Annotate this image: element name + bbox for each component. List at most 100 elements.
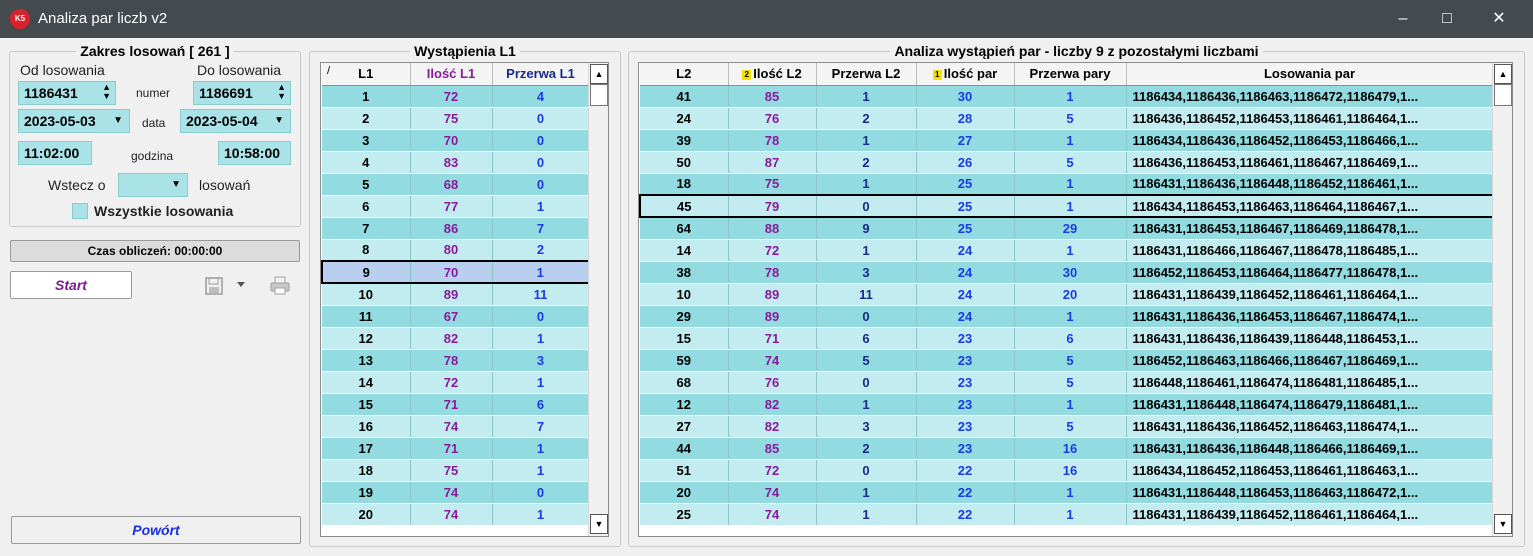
table-cell: 11	[492, 283, 590, 306]
table-row[interactable]: 14 72 1 24 1 1186431,1186466,1186467,1186478,…	[640, 239, 1494, 262]
table-row[interactable]: 6 77 1	[322, 195, 590, 218]
chevron-down-icon[interactable]: ▼	[113, 110, 123, 132]
table-row[interactable]: 12 82 1 23 1 1186431,1186448,1186474,1186479,…	[640, 393, 1494, 416]
table-row[interactable]: 59 74 5 23 5 1186452,1186463,1186466,1186467,…	[640, 349, 1494, 372]
pairs-header-gap-l2[interactable]: Przerwa L2	[816, 63, 917, 86]
table-row[interactable]: 45 79 0 25 1 1186434,1186453,1186463,1186464,…	[639, 194, 1494, 218]
from-number-stepper[interactable]: 1186431 ▲ ▼	[18, 81, 116, 105]
spin-arrows-icon[interactable]: ▲ ▼	[102, 83, 111, 101]
all-draws-checkbox[interactable]	[72, 203, 88, 219]
table-cell: 1186431,1186436,1186448,1186452,1186461,…	[1126, 173, 1494, 196]
table-cell: 1186431,1186466,1186467,1186478,1186485,…	[1126, 239, 1494, 262]
table-cell: 24	[640, 107, 729, 130]
print-icon[interactable]	[269, 276, 291, 296]
table-row[interactable]: 64 88 9 25 29 1186431,1186453,1186467,1186469…	[640, 217, 1494, 240]
table-row[interactable]: 10 89 11	[322, 283, 590, 306]
table-row[interactable]: 12 82 1	[322, 327, 590, 350]
table-row[interactable]: 24 76 2 28 5 1186436,1186452,1186453,1186461,…	[640, 107, 1494, 130]
table-row[interactable]: 5 68 0	[322, 173, 590, 196]
from-date-value: 2023-05-03	[24, 113, 96, 129]
table-row[interactable]: 18 75 1 25 1 1186431,1186436,1186448,1186452,…	[640, 173, 1494, 196]
table-cell: 23	[916, 349, 1015, 372]
table-row[interactable]: 2 75 0	[322, 107, 590, 130]
table-row[interactable]: 11 67 0	[322, 305, 590, 328]
table-row[interactable]: 39 78 1 27 1 1186434,1186436,1186452,1186453,…	[640, 129, 1494, 152]
table-row[interactable]: 15 71 6	[322, 393, 590, 416]
table-cell: 25	[916, 194, 1015, 218]
table-row[interactable]: 4 83 0	[322, 151, 590, 174]
table-row[interactable]: 18 75 1	[322, 459, 590, 482]
scroll-thumb[interactable]	[590, 84, 608, 106]
pairs-header-l2[interactable]: L2	[640, 63, 729, 86]
sort-slash: /	[327, 65, 331, 77]
table-row[interactable]: 50 87 2 26 5 1186436,1186453,1186461,1186467,…	[640, 151, 1494, 174]
table-row[interactable]: 15 71 6 23 6 1186431,1186436,1186439,1186448,…	[640, 327, 1494, 350]
pairs-scrollbar[interactable]: ▲ ▼	[1492, 63, 1512, 536]
scroll-up-icon[interactable]: ▲	[1494, 64, 1512, 84]
spin-arrows-icon[interactable]: ▲ ▼	[277, 83, 286, 101]
table-row[interactable]: 14 72 1	[322, 371, 590, 394]
from-date-picker[interactable]: 2023-05-03 ▼	[18, 109, 130, 133]
table-row[interactable]: 44 85 2 23 16 1186431,1186436,1186448,1186466…	[640, 437, 1494, 460]
table-row[interactable]: 27 82 3 23 5 1186431,1186436,1186452,1186463,…	[640, 415, 1494, 438]
pairs-header-count-l2[interactable]: 2 Ilość L2	[728, 63, 817, 86]
to-time-field[interactable]: 10:58:00	[218, 141, 291, 165]
table-row[interactable]: 41 85 1 30 1 1186434,1186436,1186463,1186472,…	[640, 85, 1494, 108]
table-cell: 74	[410, 503, 493, 526]
table-cell: 15	[322, 393, 411, 416]
back-button[interactable]: Powórt	[11, 516, 301, 544]
pairs-header-draws[interactable]: Losowania par	[1126, 63, 1494, 86]
close-icon[interactable]: ✕	[1476, 0, 1522, 38]
save-icon[interactable]	[205, 277, 223, 295]
table-cell: 64	[640, 217, 729, 240]
table-cell: 59	[640, 349, 729, 372]
table-row[interactable]: 38 78 3 24 30 1186452,1186453,1186464,1186477…	[640, 261, 1494, 284]
to-date-picker[interactable]: 2023-05-04 ▼	[180, 109, 291, 133]
table-cell: 89	[728, 283, 817, 306]
scroll-down-icon[interactable]: ▼	[590, 514, 608, 534]
table-cell: 13	[322, 349, 411, 372]
table-cell: 20	[322, 503, 411, 526]
chevron-down-icon[interactable]: ▼	[171, 174, 181, 196]
scroll-down-icon[interactable]: ▼	[1494, 514, 1512, 534]
table-cell: 2	[492, 239, 590, 262]
scroll-up-icon[interactable]: ▲	[590, 64, 608, 84]
l1-scrollbar[interactable]: ▲ ▼	[588, 63, 608, 536]
minimize-icon[interactable]: –	[1380, 0, 1426, 38]
l1-header-count[interactable]: Ilość L1	[410, 63, 493, 86]
maximize-icon[interactable]: □	[1424, 0, 1470, 38]
table-row[interactable]: 8 80 2	[322, 239, 590, 262]
table-row[interactable]: 10 89 11 24 20 1186431,1186439,1186452,118646…	[640, 283, 1494, 306]
table-row[interactable]: 13 78 3	[322, 349, 590, 372]
table-cell: 89	[728, 305, 817, 328]
table-cell: 51	[640, 459, 729, 482]
l1-header-gap[interactable]: Przerwa L1	[492, 63, 590, 86]
pairs-header-pair-gap[interactable]: Przerwa pary	[1014, 63, 1127, 86]
pairs-table-body: 41 85 1 30 1 1186434,1186436,1186463,1186472,…	[639, 85, 1494, 526]
pairs-header-pair-count[interactable]: 1 Ilość par	[916, 63, 1015, 86]
table-cell: 1	[492, 195, 590, 218]
table-row[interactable]: 9 70 1	[321, 260, 590, 284]
table-row[interactable]: 7 86 7	[322, 217, 590, 240]
chevron-down-icon[interactable]: ▼	[274, 110, 284, 132]
table-cell: 1186431,1186448,1186474,1186479,1186481,…	[1126, 393, 1494, 416]
table-row[interactable]: 16 74 7	[322, 415, 590, 438]
start-button[interactable]: Start	[10, 271, 132, 299]
table-row[interactable]: 29 89 0 24 1 1186431,1186436,1186453,1186467,…	[640, 305, 1494, 328]
table-row[interactable]: 3 70 0	[322, 129, 590, 152]
table-row[interactable]: 51 72 0 22 16 1186434,1186452,1186453,1186461…	[640, 459, 1494, 482]
chevron-down-icon[interactable]	[236, 281, 246, 289]
back-count-select[interactable]: ▼	[118, 173, 188, 197]
table-row[interactable]: 20 74 1 22 1 1186431,1186448,1186453,1186463,…	[640, 481, 1494, 504]
table-cell: 1186431,1186436,1186452,1186463,1186474,…	[1126, 415, 1494, 438]
scroll-thumb[interactable]	[1494, 84, 1512, 106]
table-row[interactable]: 68 76 0 23 5 1186448,1186461,1186474,1186481,…	[640, 371, 1494, 394]
table-row[interactable]: 1 72 4	[322, 85, 590, 108]
l1-header-number[interactable]: / L1	[322, 63, 411, 86]
table-row[interactable]: 19 74 0	[322, 481, 590, 504]
from-time-field[interactable]: 11:02:00	[18, 141, 92, 165]
table-row[interactable]: 25 74 1 22 1 1186431,1186439,1186452,1186461,…	[640, 503, 1494, 526]
table-row[interactable]: 17 71 1	[322, 437, 590, 460]
table-row[interactable]: 20 74 1	[322, 503, 590, 526]
to-number-stepper[interactable]: 1186691 ▲ ▼	[193, 81, 291, 105]
